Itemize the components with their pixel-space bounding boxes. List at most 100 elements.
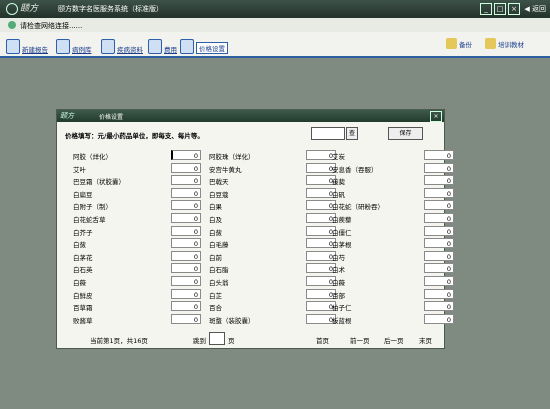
price-input[interactable]: 0	[424, 263, 454, 274]
price-input[interactable]: 0	[171, 225, 201, 236]
training-icon	[485, 38, 496, 49]
medicine-name: 败酱草	[73, 316, 93, 325]
toolbar-case-library[interactable]: 病例库	[56, 36, 92, 54]
close-window-icon[interactable]: ×	[508, 3, 520, 15]
title-bar: 颐方 颐方数字名医服务系统（标准版） _ □ × ◀ 返回	[0, 0, 550, 18]
toolbar-label: 病例库	[72, 46, 92, 54]
medicine-name: 白僵仁	[332, 228, 352, 237]
price-input[interactable]: 0	[171, 238, 201, 249]
medicine-name: 白芍	[332, 253, 345, 262]
medicine-name: 安息香（吞服）	[332, 165, 378, 174]
price-input[interactable]: 0	[171, 313, 201, 324]
medicine-name: 白薇	[73, 279, 86, 287]
logo-text: 颐方	[20, 4, 39, 14]
page-unit: 页	[228, 337, 235, 345]
toolbar-label: 疾病资料	[117, 46, 143, 54]
price-input[interactable]: 0	[424, 238, 454, 249]
price-input[interactable]: 0	[424, 175, 454, 186]
price-input[interactable]: 0	[424, 288, 454, 299]
medicine-name: 阿胶（烊化）	[73, 153, 112, 161]
dialog-title: 价格设置	[99, 114, 124, 121]
price-input[interactable]: 0	[424, 250, 454, 261]
toolbar-label: 培训教材	[498, 40, 524, 49]
toolbar-training[interactable]: 培训教材	[485, 38, 524, 49]
toolbar-backup[interactable]: 备份	[446, 38, 472, 49]
toolbar-price-settings[interactable]: 价格设置	[180, 36, 228, 54]
medicine-name: 斑蝥（装胶囊）	[209, 316, 255, 325]
medicine-name: 阿胶珠（烊化）	[209, 153, 255, 161]
medicine-name: 百合	[209, 304, 222, 313]
price-input[interactable]: 0	[171, 301, 201, 312]
search-input[interactable]	[311, 127, 345, 140]
next-page-link[interactable]: 后一页	[384, 335, 404, 345]
price-input[interactable]: 0	[424, 313, 454, 324]
medicine-name: 白石脂	[209, 266, 229, 275]
medicine-name: 巴豆霜（状胶囊）	[73, 178, 125, 187]
medicine-name: 百部	[332, 291, 345, 300]
save-button[interactable]: 保存	[388, 127, 423, 140]
toolbar-label: 费用	[164, 46, 177, 54]
status-bar: 请检查网络连接......	[0, 18, 550, 32]
price-input[interactable]: 0	[424, 301, 454, 312]
medicine-name: 白芥子	[73, 228, 93, 237]
search-button[interactable]: 查	[346, 127, 358, 140]
price-input[interactable]: 0	[424, 200, 454, 211]
price-input[interactable]: 0	[424, 213, 454, 223]
price-settings-dialog: 颐方 价格设置 × 价格填写：元/最小药品单位，即每支、每片等。 查 保存 阿胶…	[56, 109, 454, 349]
last-page-link[interactable]: 末页	[419, 335, 432, 345]
price-input[interactable]: 0	[424, 150, 454, 160]
medicine-name: 白薇	[332, 279, 345, 287]
new-report-icon	[6, 39, 20, 54]
medicine-name: 白头翁	[209, 279, 229, 287]
price-input[interactable]: 0	[171, 187, 201, 198]
price-input[interactable]: 0	[424, 187, 454, 198]
first-page-link[interactable]: 首页	[316, 335, 329, 345]
logo-mark-icon	[6, 2, 18, 15]
price-input[interactable]: 0	[171, 288, 201, 299]
price-input[interactable]: 0	[424, 225, 454, 236]
close-icon[interactable]: ×	[430, 111, 442, 122]
price-input[interactable]: 0	[171, 213, 201, 223]
medicine-name: 菝葜	[332, 178, 345, 187]
status-text: 请检查网络连接......	[20, 22, 83, 30]
medicine-name: 白茅根	[332, 241, 352, 250]
medicine-name: 白蒺藜	[332, 216, 352, 224]
toolbar-disease-info[interactable]: 疾病资料	[101, 36, 143, 54]
toolbar-label: 价格设置	[196, 42, 228, 54]
medicine-name: 白花蛇（研粉吞）	[332, 203, 384, 212]
return-button[interactable]: ◀ 返回	[524, 4, 546, 14]
price-input[interactable]: 0	[171, 162, 201, 173]
toolbar-label: 备份	[459, 40, 472, 49]
window-controls: _ □ ×	[480, 3, 520, 15]
medicine-name: 巴戟天	[209, 178, 229, 187]
minimize-icon[interactable]: _	[480, 3, 492, 15]
price-input[interactable]: 0	[171, 200, 201, 211]
price-input[interactable]: 0	[424, 162, 454, 173]
dialog-title-bar: 颐方 价格设置 ×	[57, 110, 444, 122]
medicine-name: 板蓝根	[332, 316, 352, 325]
prev-page-link[interactable]: 前一页	[350, 335, 370, 345]
medicine-name: 白鲜皮	[73, 291, 93, 300]
price-input[interactable]: 0	[171, 250, 201, 261]
medicine-name: 白茅花	[73, 253, 93, 262]
medicine-name: 艾炭	[332, 153, 345, 161]
case-library-icon	[56, 39, 70, 54]
restore-icon[interactable]: □	[494, 3, 506, 15]
toolbar-label: 新建报告	[22, 46, 48, 54]
page-number-input[interactable]	[209, 332, 225, 345]
medicine-name: 白前	[209, 253, 222, 262]
medicine-name: 白毛藤	[209, 241, 229, 250]
toolbar-cost[interactable]: 费用	[148, 36, 177, 54]
goto-label: 跳到	[193, 337, 206, 345]
return-label: 返回	[532, 5, 546, 13]
price-input[interactable]: 0	[424, 276, 454, 286]
medicine-name: 白附子（制）	[73, 203, 112, 212]
price-instruction: 价格填写：元/最小药品单位，即每支、每片等。	[65, 132, 204, 140]
price-input[interactable]: 0	[171, 175, 201, 186]
return-icon: ◀	[524, 5, 532, 13]
price-input[interactable]: 0	[171, 150, 201, 160]
price-input[interactable]: 0	[171, 276, 201, 286]
toolbar-new-report[interactable]: 新建报告	[6, 36, 48, 54]
price-input[interactable]: 0	[171, 263, 201, 274]
medicine-name: 艾叶	[73, 165, 86, 174]
